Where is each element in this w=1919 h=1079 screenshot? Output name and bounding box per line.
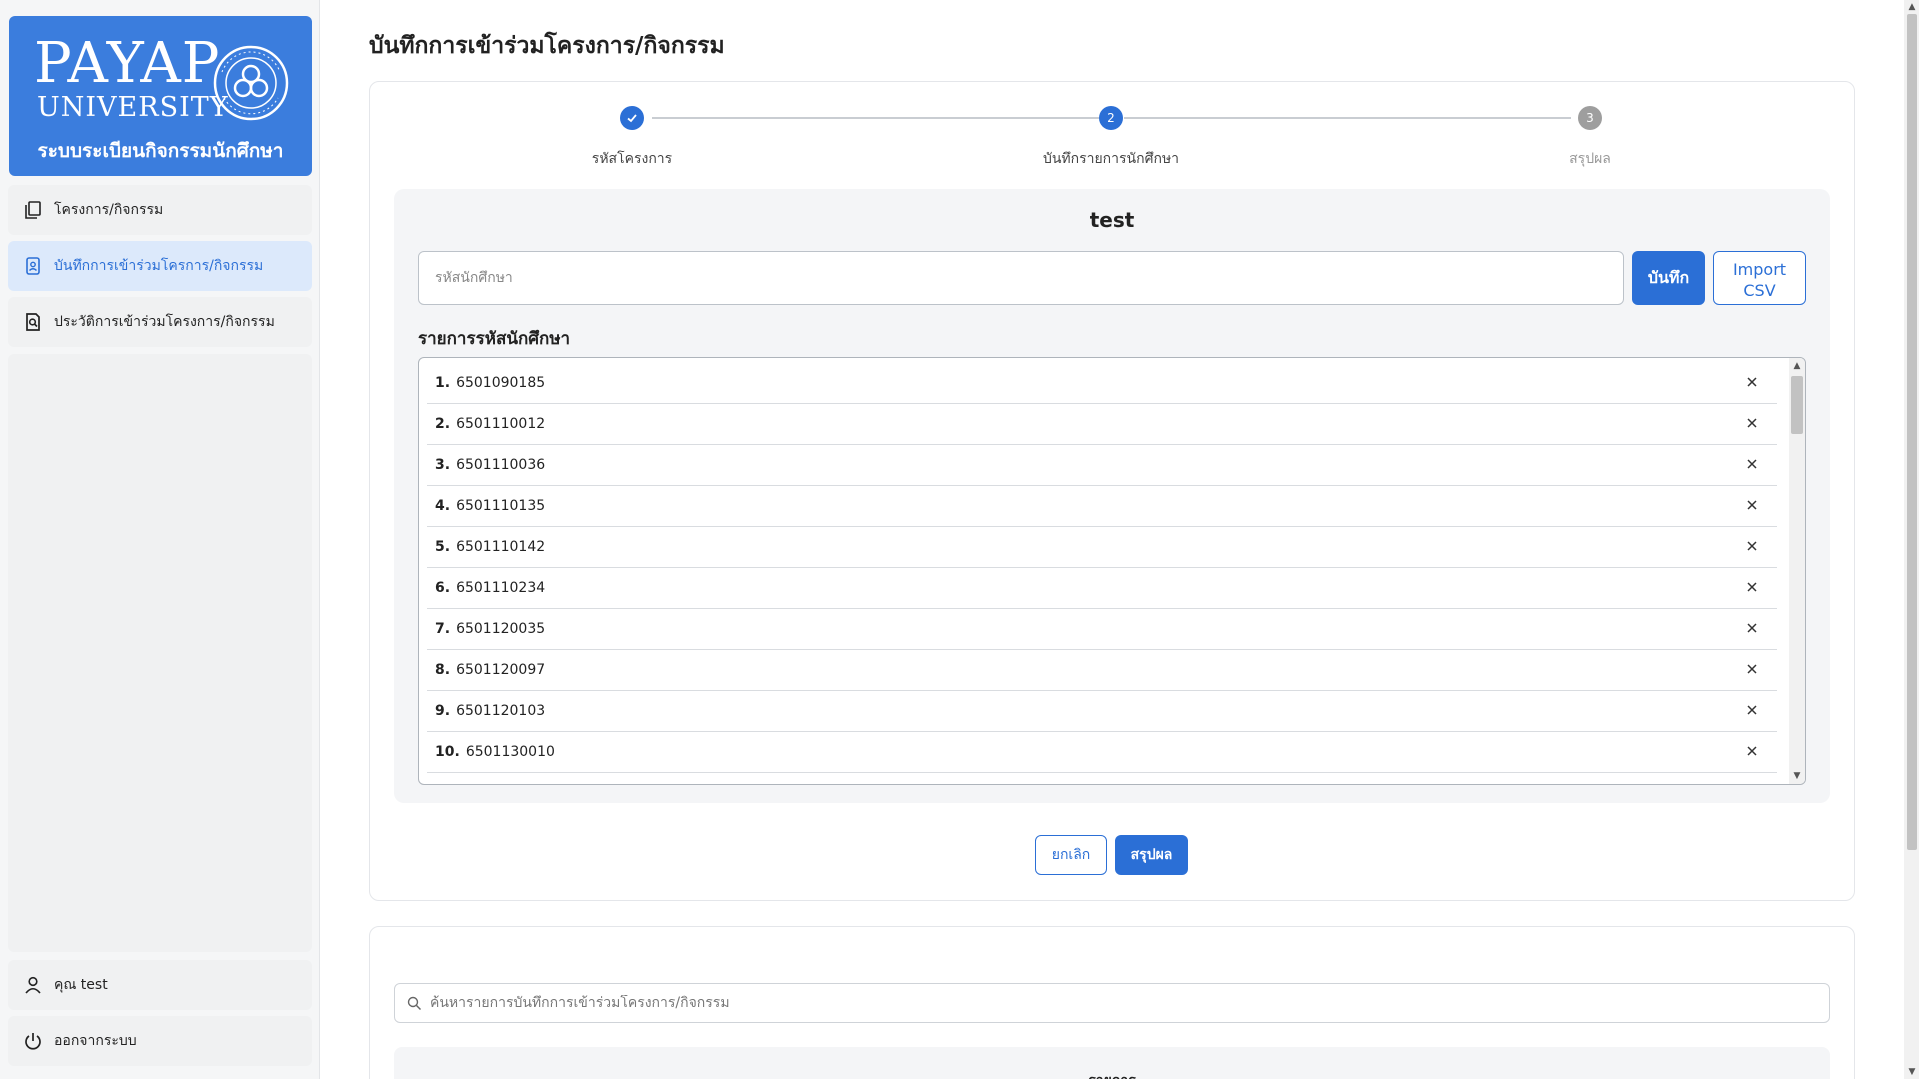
logo-wordmark-sub: UNIVERSITY bbox=[37, 92, 229, 123]
list-scrollbar[interactable]: ▲ ▼ bbox=[1789, 358, 1805, 784]
step-2-label: บันทึกรายการนักศึกษา bbox=[1042, 151, 1180, 167]
search-icon bbox=[407, 996, 422, 1010]
list-item-student-id: 6501110135 bbox=[456, 498, 546, 514]
table-header-label: รายการ bbox=[394, 1070, 1830, 1079]
list-item: 8. 6501120097 bbox=[427, 650, 1777, 691]
remove-icon[interactable] bbox=[1741, 453, 1763, 475]
list-item-number: 10. bbox=[435, 744, 460, 760]
remove-icon[interactable] bbox=[1741, 494, 1763, 516]
step-1-indicator bbox=[620, 106, 644, 130]
import-csv-label-line1: Import bbox=[1732, 260, 1787, 279]
logout-label: ออกจากระบบ bbox=[54, 1033, 137, 1049]
import-csv-button[interactable]: Import CSV bbox=[1713, 251, 1806, 305]
sidebar-item-label: บันทึกการเข้าร่วมโครการ/กิจกรรม bbox=[54, 258, 264, 274]
list-item-student-id: 6501120035 bbox=[456, 621, 546, 637]
list-item-student-id: 6501120103 bbox=[456, 703, 546, 719]
logo-wordmark: PAYAP bbox=[34, 31, 221, 96]
sidebar-item-record-attendance[interactable]: บันทึกการเข้าร่วมโครการ/กิจกรรม bbox=[8, 241, 312, 291]
cancel-button[interactable]: ยกเลิก bbox=[1035, 835, 1107, 875]
student-list-title: รายการรหัสนักศึกษา bbox=[418, 329, 571, 349]
user-icon bbox=[22, 974, 44, 996]
list-item: 2. 6501110012 bbox=[427, 404, 1777, 445]
sidebar-item-projects[interactable]: โครงการ/กิจกรรม bbox=[8, 185, 312, 235]
scroll-down-icon[interactable]: ▼ bbox=[1792, 771, 1802, 781]
list-item-number: 7. bbox=[435, 621, 451, 637]
list-item-number: 8. bbox=[435, 662, 451, 678]
user-badge-icon bbox=[22, 255, 44, 277]
list-item: 1. 6501090185 bbox=[427, 363, 1777, 404]
user-name-label: คุณ test bbox=[54, 977, 108, 993]
remove-icon[interactable] bbox=[1741, 371, 1763, 393]
list-item: 9. 6501120103 bbox=[427, 691, 1777, 732]
remove-icon[interactable] bbox=[1741, 535, 1763, 557]
sidebar-spacer bbox=[8, 354, 312, 952]
remove-icon[interactable] bbox=[1741, 576, 1763, 598]
page-title: บันทึกการเข้าร่วมโครงการ/กิจกรรม bbox=[369, 33, 725, 59]
list-item: 3. 6501110036 bbox=[427, 445, 1777, 486]
remove-icon[interactable] bbox=[1741, 412, 1763, 434]
step-3-indicator: 3 bbox=[1578, 106, 1602, 130]
sidebar: PAYAP UNIVERSITY ระบบระเบียนกิจกรรมนักศึ… bbox=[0, 0, 320, 1079]
documents-icon bbox=[22, 199, 44, 221]
list-item-number: 6. bbox=[435, 580, 451, 596]
list-item-number: 9. bbox=[435, 703, 451, 719]
page-scrollbar-thumb[interactable] bbox=[1907, 14, 1917, 850]
page-scroll-up-icon[interactable]: ▲ bbox=[1907, 2, 1917, 12]
history-table-header: รายการ bbox=[394, 1047, 1830, 1079]
power-icon bbox=[22, 1030, 44, 1052]
save-button[interactable]: บันทึก bbox=[1632, 251, 1705, 305]
page-scroll-down-icon[interactable]: ▼ bbox=[1907, 1067, 1917, 1077]
sidebar-item-history[interactable]: ประวัติการเข้าร่วมโครงการ/กิจกรรม bbox=[8, 297, 312, 347]
stepper-connector bbox=[652, 117, 1099, 119]
list-item-number: 3. bbox=[435, 457, 451, 473]
step-2-indicator: 2 bbox=[1099, 106, 1123, 130]
sidebar-item-label: โครงการ/กิจกรรม bbox=[54, 202, 164, 218]
list-item-student-id: 6501120097 bbox=[456, 662, 546, 678]
list-item-student-id: 6501110142 bbox=[456, 539, 546, 555]
scroll-up-icon[interactable]: ▲ bbox=[1792, 361, 1802, 371]
document-search-icon bbox=[22, 311, 44, 333]
list-item-student-id: 6501110012 bbox=[456, 416, 546, 432]
page-scrollbar[interactable]: ▲ ▼ bbox=[1904, 0, 1919, 1079]
list-item-student-id: 6501090185 bbox=[456, 375, 546, 391]
remove-icon[interactable] bbox=[1741, 699, 1763, 721]
sidebar-item-label: ประวัติการเข้าร่วมโครงการ/กิจกรรม bbox=[54, 314, 275, 330]
import-csv-label-line2: CSV bbox=[1743, 281, 1776, 300]
summary-button[interactable]: สรุปผล bbox=[1115, 835, 1188, 875]
stepper-connector bbox=[1124, 117, 1571, 119]
check-icon bbox=[627, 114, 637, 123]
list-scrollbar-thumb[interactable] bbox=[1791, 376, 1803, 434]
list-item-number: 2. bbox=[435, 416, 451, 432]
list-item: 4. 6501110135 bbox=[427, 486, 1777, 527]
remove-icon[interactable] bbox=[1741, 740, 1763, 762]
user-profile-item[interactable]: คุณ test bbox=[8, 960, 312, 1010]
history-search-box[interactable] bbox=[394, 983, 1830, 1023]
list-item: 7. 6501120035 bbox=[427, 609, 1777, 650]
logout-button[interactable]: ออกจากระบบ bbox=[8, 1016, 312, 1066]
list-item: 5. 6501110142 bbox=[427, 527, 1777, 568]
step-1-label: รหัสโครงการ bbox=[591, 151, 673, 167]
list-item: 10. 6501130010 bbox=[427, 732, 1777, 773]
university-logo[interactable]: PAYAP UNIVERSITY ระบบระเบียนกิจกรรมนักศึ… bbox=[9, 16, 312, 176]
student-id-input[interactable] bbox=[418, 251, 1624, 305]
step-3-label: สรุปผล bbox=[1569, 151, 1611, 167]
student-id-list[interactable]: 1. 6501090185 2. 6501110012 3. 650111003… bbox=[418, 357, 1806, 785]
list-item-student-id: 6501110036 bbox=[456, 457, 546, 473]
list-item-student-id: 6501130010 bbox=[465, 744, 555, 760]
list-item: 6. 6501110234 bbox=[427, 568, 1777, 609]
list-item-number: 1. bbox=[435, 375, 451, 391]
remove-icon[interactable] bbox=[1741, 617, 1763, 639]
history-search-input[interactable] bbox=[430, 995, 1810, 1011]
event-name: test bbox=[1089, 208, 1135, 232]
list-item-number: 5. bbox=[435, 539, 451, 555]
remove-icon[interactable] bbox=[1741, 658, 1763, 680]
list-item-number: 4. bbox=[435, 498, 451, 514]
system-name: ระบบระเบียนกิจกรรมนักศึกษา bbox=[37, 140, 284, 162]
list-item-student-id: 6501110234 bbox=[456, 580, 546, 596]
university-seal-icon bbox=[213, 45, 289, 121]
